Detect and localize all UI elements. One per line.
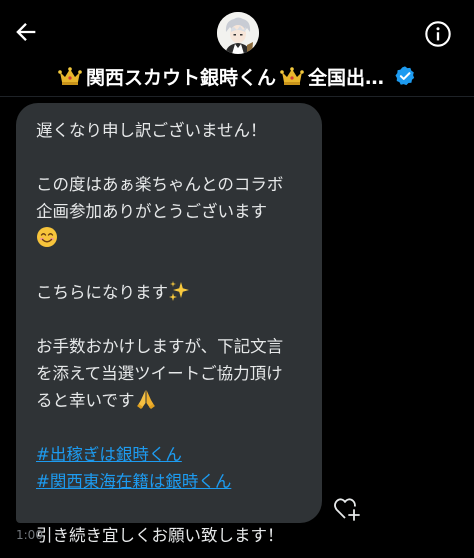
avatar-image (217, 12, 259, 54)
crown-emoji (280, 67, 304, 85)
message-line: ると幸いです (36, 387, 302, 414)
info-button[interactable] (422, 18, 454, 50)
message-line: 企画参加ありがとうございます (36, 198, 302, 225)
message-line: 遅くなり申し訳ございません！ (36, 121, 267, 140)
folded-hands-emoji (136, 390, 155, 409)
sparkles-emoji (169, 281, 189, 301)
info-icon (425, 21, 451, 47)
message-line: お手数おかけしますが、下記文言 (36, 337, 284, 356)
verified-badge-icon (395, 66, 415, 86)
conversation-title-suffix: 全国出… (308, 66, 385, 89)
hashtag-line: #出稼ぎは銀時くん (36, 441, 302, 468)
message-timestamp: 1:00 (16, 528, 43, 542)
conversation-header: 関西スカウト銀時くん 全国出… (0, 0, 474, 97)
smiling-face-emoji (37, 227, 57, 247)
conversation-title-text: 関西スカウト銀時くん (85, 66, 276, 89)
message-line-text: 企画参加ありがとうございます (36, 202, 267, 221)
message-line: こちらになります (36, 279, 302, 306)
message-line: を添えて当選ツイートご協力頂け (36, 364, 283, 383)
message-bubble[interactable]: 遅くなり申し訳ございません！ この度はあぁ楽ちゃんとのコラボ 企画参加ありがとう… (16, 103, 322, 545)
message-line: 引き続き宜しくお願い致します！ (36, 526, 284, 545)
hashtag-link[interactable]: #関西東海在籍は銀時くん (36, 472, 231, 491)
avatar[interactable] (217, 12, 259, 54)
hashtag-line: #関西東海在籍は銀時くん (36, 468, 302, 495)
crown-emoji (58, 67, 82, 85)
conversation-title[interactable]: 関西スカウト銀時くん 全国出… (0, 60, 474, 92)
back-button[interactable] (8, 14, 44, 50)
message-line-text: ると幸いです (36, 391, 135, 410)
add-reaction-button[interactable] (333, 496, 361, 522)
arrow-left-icon (16, 23, 36, 41)
message-line-text: こちらになります (36, 283, 168, 302)
message-line (36, 225, 302, 252)
message-line: この度はあぁ楽ちゃんとのコラボ (36, 175, 284, 194)
hashtag-link[interactable]: #出稼ぎは銀時くん (36, 445, 182, 464)
heart-plus-icon (334, 498, 360, 521)
dm-conversation-screen: 関西スカウト銀時くん 全国出… 遅くなり申し訳ございません！ この度はあぁ楽ちゃ… (0, 0, 474, 558)
